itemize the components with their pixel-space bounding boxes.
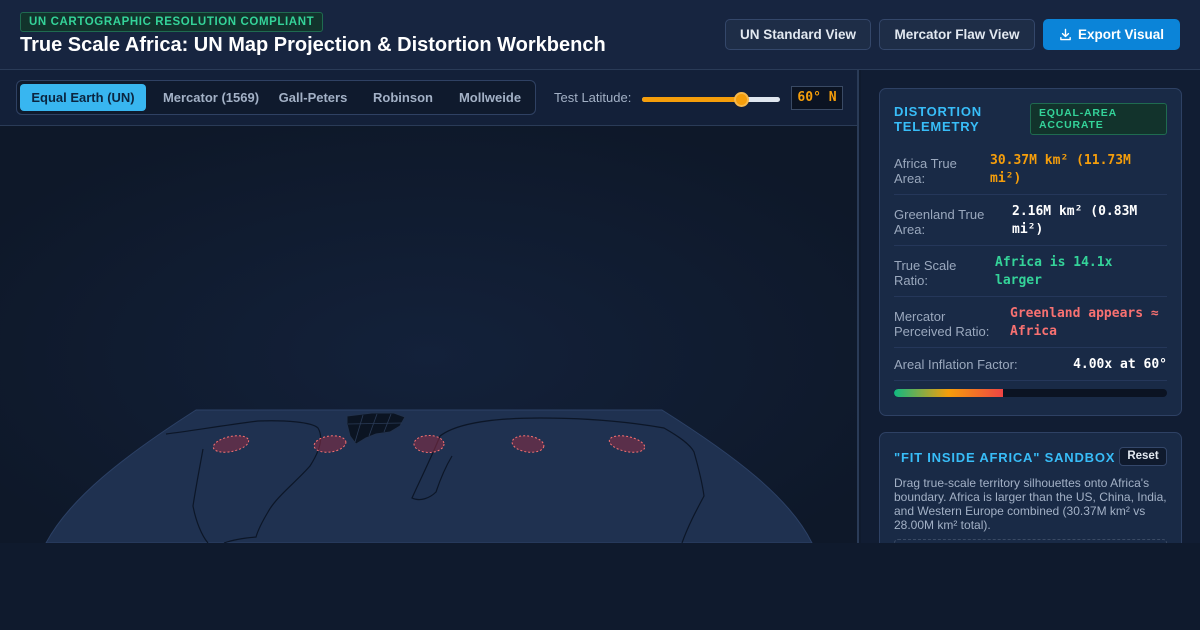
row-value: 4.00x at 60°	[1073, 357, 1167, 372]
app-header: UN CARTOGRAPHIC RESOLUTION COMPLIANT Tru…	[0, 0, 1200, 70]
distortion-telemetry-card: DISTORTION TELEMETRY EQUAL-AREA ACCURATE…	[879, 88, 1182, 416]
row-value: Greenland appears ≈ Africa	[1010, 306, 1159, 339]
telemetry-row-true-scale: True Scale Ratio: Africa is 14.1x larger	[894, 251, 1167, 297]
telemetry-row-inflation: Areal Inflation Factor: 4.00x at 60°	[894, 353, 1167, 381]
telemetry-title-text: DISTORTION TELEMETRY	[894, 104, 982, 134]
latitude-slider[interactable]	[642, 92, 780, 107]
bottom-area	[0, 543, 1200, 630]
latitude-label: Test Latitude:	[554, 90, 632, 105]
un-standard-view-button[interactable]: UN Standard View	[725, 19, 871, 50]
tab-mercator[interactable]: Mercator (1569)	[150, 84, 272, 111]
tab-robinson[interactable]: Robinson	[359, 84, 447, 111]
projection-tabs: Equal Earth (UN) Mercator (1569) Gall-Pe…	[16, 80, 536, 115]
row-value: 2.16M km² (0.83M mi²)	[1012, 204, 1138, 237]
download-icon	[1060, 28, 1071, 41]
tab-mollweide[interactable]: Mollweide	[447, 84, 533, 111]
export-visual-label: Export Visual	[1077, 27, 1165, 42]
equal-area-badge: EQUAL-AREA ACCURATE	[1030, 103, 1167, 135]
app-root: UN CARTOGRAPHIC RESOLUTION COMPLIANT Tru…	[0, 0, 1200, 630]
inflation-bar	[894, 389, 1167, 397]
row-label: Areal Inflation Factor:	[894, 357, 1018, 372]
mercator-flaw-view-button[interactable]: Mercator Flaw View	[879, 19, 1035, 50]
row-label: True Scale Ratio:	[894, 258, 957, 288]
telemetry-row-africa-area: Africa True Area: 30.37M km² (11.73M mi²…	[894, 149, 1167, 195]
tissot-ellipse	[413, 435, 445, 453]
row-value: Africa is 14.1x larger	[995, 255, 1113, 288]
tab-gall-peters[interactable]: Gall-Peters	[272, 84, 354, 111]
reset-button[interactable]: Reset	[1119, 447, 1167, 466]
projection-toolbar: Equal Earth (UN) Mercator (1569) Gall-Pe…	[0, 70, 857, 126]
telemetry-row-mercator-ratio: Mercator Perceived Ratio: Greenland appe…	[894, 302, 1167, 348]
projection-map[interactable]	[0, 126, 859, 543]
latitude-slider-fill	[642, 97, 742, 102]
sandbox-title: "FIT INSIDE AFRICA" SANDBOX	[894, 450, 1116, 465]
export-visual-button[interactable]: Export Visual	[1043, 19, 1180, 50]
row-label: Greenland True Area:	[894, 207, 985, 237]
side-panel: DISTORTION TELEMETRY EQUAL-AREA ACCURATE…	[861, 70, 1200, 543]
tab-equal-earth[interactable]: Equal Earth (UN)	[20, 84, 146, 111]
map-pane: Equal Earth (UN) Mercator (1569) Gall-Pe…	[0, 70, 859, 543]
row-label: Mercator Perceived Ratio:	[894, 309, 990, 339]
row-value: 30.37M km² (11.73M mi²)	[990, 153, 1131, 186]
compliance-badge: UN CARTOGRAPHIC RESOLUTION COMPLIANT	[20, 12, 324, 32]
fit-inside-africa-card: "FIT INSIDE AFRICA" SANDBOX Reset Drag t…	[879, 432, 1182, 543]
telemetry-row-greenland-area: Greenland True Area: 2.16M km² (0.83M mi…	[894, 200, 1167, 246]
latitude-slider-thumb[interactable]	[734, 92, 750, 107]
sandbox-description: Drag true-scale territory silhouettes on…	[894, 476, 1167, 532]
page-title: True Scale Africa: UN Map Projection & D…	[20, 34, 606, 56]
telemetry-title: DISTORTION TELEMETRY	[894, 104, 1014, 134]
latitude-value: 60° N	[791, 86, 843, 110]
inflation-bar-fill	[894, 389, 1004, 397]
row-label: Africa True Area:	[894, 156, 957, 186]
